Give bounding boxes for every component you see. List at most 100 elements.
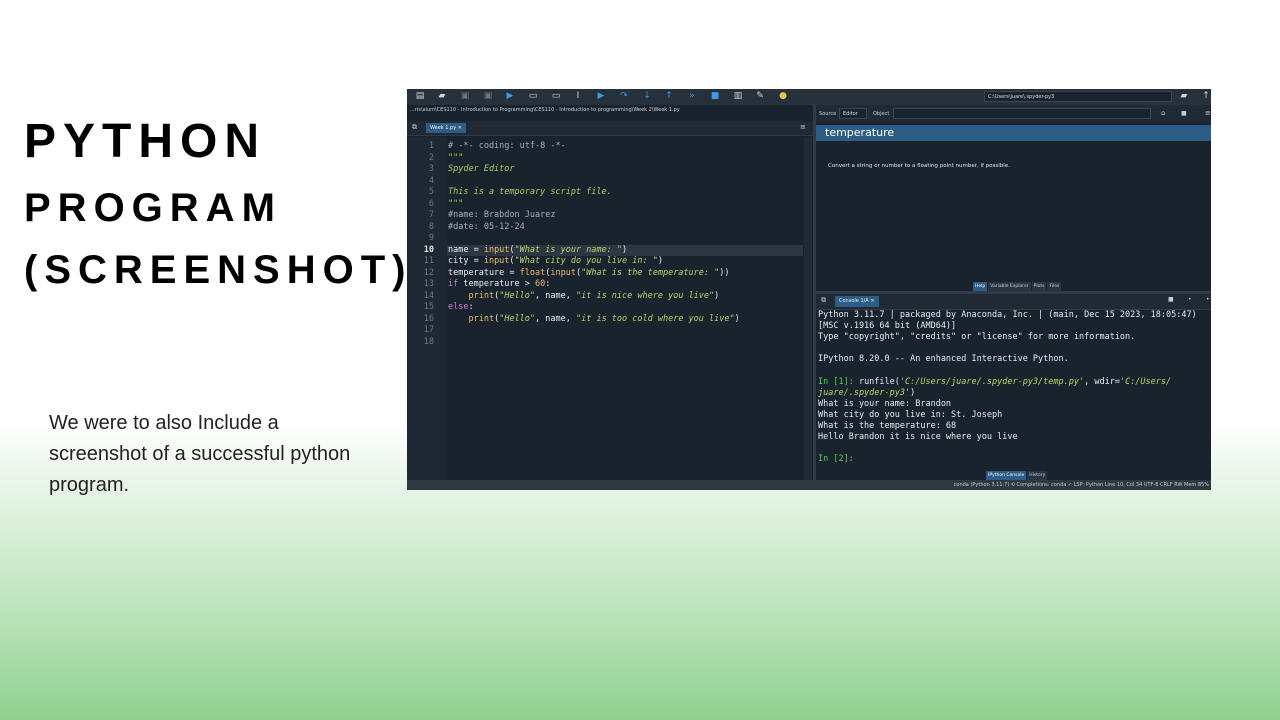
tab-plots[interactable]: Plots — [1031, 282, 1047, 291]
debug-icon[interactable]: ▶ — [596, 91, 606, 101]
save-icon[interactable]: ▣ — [460, 91, 470, 101]
code-line: """ — [448, 152, 464, 163]
tab-label: Console 1/A — [839, 298, 869, 304]
main-toolbar: ▤ ▰ ▣ ▣ ▶ ▭ ▭ I ▶ ↷ ↓ ↑ » ■ ▥ ✎ ● C:\Use… — [407, 89, 1211, 105]
code-line: city = input("What city do you live in: … — [448, 256, 663, 266]
help-text: Convert a string or number to a floating… — [828, 163, 1010, 169]
line-number: 15 — [423, 302, 434, 312]
tab-help[interactable]: Help — [973, 282, 988, 291]
options-menu-icon[interactable]: • — [1206, 296, 1210, 303]
parent-directory-icon[interactable]: ↑ — [1201, 91, 1211, 101]
code-line: #name: Brabdon Juarez — [448, 210, 556, 220]
save-all-icon[interactable]: ▣ — [483, 91, 493, 101]
tab-history[interactable]: History — [1027, 471, 1048, 480]
help-pane-tabs: Help Variable Explorer Plots Files — [973, 282, 1062, 291]
stop-icon[interactable]: ■ — [710, 91, 720, 101]
open-folder-icon[interactable]: ▰ — [437, 91, 447, 101]
line-number: 1 — [428, 141, 434, 151]
tab-console-1[interactable]: Console 1/A ✕ — [835, 296, 879, 307]
python-path-icon[interactable]: ● — [778, 91, 788, 101]
console-line: In [1]: runfile('C:/Users/juare/.spyder-… — [818, 376, 1172, 387]
new-file-icon[interactable]: ▤ — [415, 91, 425, 101]
line-number: 4 — [428, 175, 434, 186]
code-line: temperature = float(input("What is the t… — [448, 267, 730, 278]
status-bar: conda (Python 3.11.7) ⟲ Completions: con… — [407, 480, 1211, 490]
line-number: 2 — [428, 152, 434, 163]
code-line: #date: 05-12-24 — [448, 221, 525, 232]
step-into-icon[interactable]: ↓ — [642, 91, 652, 101]
editor-scrollbar[interactable] — [804, 137, 812, 480]
working-directory-input[interactable]: C:\Users\juare\.spyder-py3 — [984, 91, 1172, 102]
tab-ipython-console[interactable]: IPython Console — [986, 471, 1027, 480]
browse-folder-icon[interactable]: ▰ — [1179, 91, 1189, 101]
slide-title: PYTHON PROGRAM (SCREENSHOT) — [24, 115, 405, 291]
slide-description: We were to also Include a screenshot of … — [49, 412, 351, 496]
editor-tab-bar: ⧉ Week 1.py ✕ ≡ — [407, 121, 815, 136]
line-number: 13 — [423, 279, 434, 289]
object-label: Object — [873, 111, 890, 117]
tab-week-1-py[interactable]: Week 1.py ✕ — [426, 123, 466, 133]
console-output[interactable]: Python 3.11.7 | packaged by Anaconda, In… — [818, 310, 1198, 465]
console-line: Python 3.11.7 | packaged by Anaconda, In… — [818, 310, 1197, 320]
help-pane: Source Editor Object ⌂ ■ ≡ temperature C… — [816, 105, 1211, 291]
spyder-ide-window: ▤ ▰ ▣ ▣ ▶ ▭ ▭ I ▶ ↷ ↓ ↑ » ■ ▥ ✎ ● C:\Use… — [407, 89, 1211, 490]
editor-file-path: ...ris\alum\CES110 - Introduction to Pro… — [410, 107, 680, 113]
stop-kernel-icon[interactable]: ■ — [1168, 296, 1174, 303]
remove-icon[interactable]: • — [1188, 296, 1192, 303]
run-icon[interactable]: ▶ — [505, 91, 515, 101]
options-menu-icon[interactable]: ≡ — [1205, 109, 1211, 117]
browse-tabs-icon[interactable]: ⧉ — [412, 123, 417, 132]
code-line: print("Hello", name, "it is nice where y… — [468, 290, 720, 301]
help-toolbar: Source Editor Object ⌂ ■ ≡ — [816, 105, 1211, 123]
code-line: This is a temporary script file. — [448, 187, 612, 197]
run-selection-icon[interactable]: I — [573, 91, 583, 101]
editor-pane: ...ris\alum\CES110 - Introduction to Pro… — [407, 105, 815, 480]
line-number: 14 — [423, 290, 434, 301]
line-number: 8 — [428, 221, 434, 232]
lock-icon[interactable]: ■ — [1181, 110, 1187, 117]
console-line: Type "copyright", "credits" or "license"… — [818, 332, 1136, 343]
tab-files[interactable]: Files — [1047, 282, 1062, 291]
line-number: 16 — [423, 313, 434, 324]
home-icon[interactable]: ⌂ — [1161, 109, 1165, 117]
console-line: What is your name: Brandon — [818, 398, 952, 409]
object-input[interactable] — [893, 108, 1151, 119]
title-line-1: PYTHON — [24, 115, 267, 168]
line-number: 18 — [423, 336, 434, 347]
maximize-pane-icon[interactable]: ▥ — [733, 91, 743, 101]
title-line-2: PROGRAM — [24, 186, 282, 230]
run-cell-icon[interactable]: ▭ — [528, 91, 538, 101]
console-line: IPython 8.20.0 -- An enhanced Interactiv… — [818, 354, 1069, 365]
line-number: 17 — [423, 325, 434, 335]
line-number: 6 — [428, 198, 434, 209]
close-icon[interactable]: ✕ — [458, 125, 462, 131]
console-pane-tabs: IPython Console History — [986, 471, 1048, 480]
line-number: 10 — [423, 244, 434, 255]
console-line: [MSC v.1916 64 bit (AMD64)] — [818, 321, 957, 332]
browse-tabs-icon[interactable]: ⧉ — [821, 296, 826, 305]
console-line: What is the temperature: 68 — [818, 420, 957, 431]
options-menu-icon[interactable]: ≡ — [800, 123, 806, 131]
code-editor[interactable]: # -*- coding: utf-8 -*- """ Spyder Editor T… — [447, 137, 803, 480]
tab-variable-explorer[interactable]: Variable Explorer — [988, 282, 1031, 291]
line-number: 12 — [423, 267, 434, 278]
continue-icon[interactable]: » — [687, 91, 697, 101]
code-line: name = input("What is your name: ") — [448, 244, 628, 255]
run-cell-advance-icon[interactable]: ▭ — [551, 91, 561, 101]
source-select[interactable]: Editor — [839, 108, 867, 119]
step-out-icon[interactable]: ↑ — [664, 91, 674, 101]
line-number: 5 — [428, 187, 434, 197]
code-line: if temperature > 60: — [448, 279, 551, 289]
console-line: juare/.spyder-py3') — [818, 387, 916, 398]
close-icon[interactable]: ✕ — [870, 298, 874, 304]
code-line: # -*- coding: utf-8 -*- — [448, 141, 566, 151]
code-line: else: — [448, 302, 474, 312]
preferences-wrench-icon[interactable]: ✎ — [755, 91, 765, 101]
step-icon[interactable]: ↷ — [619, 91, 629, 101]
line-number: 9 — [428, 233, 434, 243]
source-label: Source — [819, 111, 837, 117]
line-number: 11 — [423, 256, 434, 266]
